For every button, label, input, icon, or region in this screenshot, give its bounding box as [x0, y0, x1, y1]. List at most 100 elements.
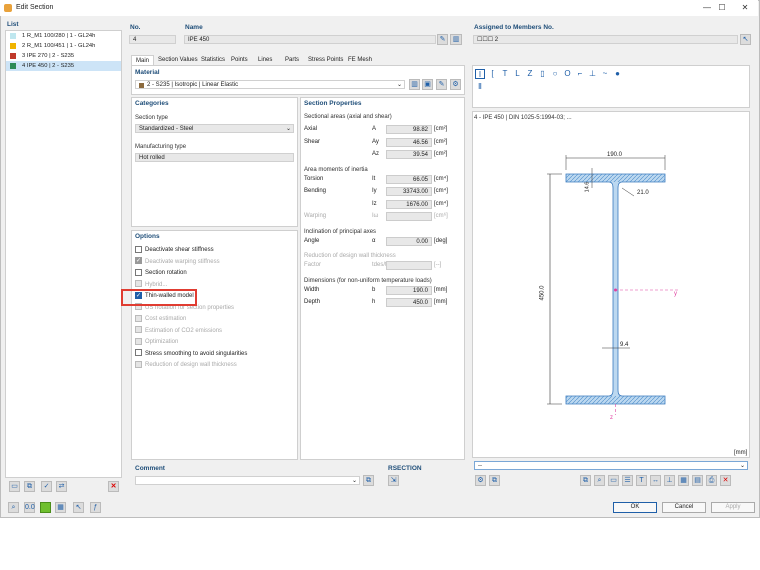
- function-icon[interactable]: ƒ: [90, 502, 101, 513]
- new-section-icon[interactable]: ▭: [9, 481, 20, 492]
- property-value[interactable]: 98.82: [386, 125, 432, 134]
- checkbox[interactable]: [135, 268, 142, 276]
- bridge-icon[interactable]: ⊥: [588, 69, 598, 79]
- no-field[interactable]: 4: [129, 35, 176, 44]
- assigned-field[interactable]: ☐☐☐ 2: [473, 35, 738, 44]
- option-deactivate-warping[interactable]: Deactivate warping stiffness: [135, 256, 295, 269]
- preview-caption: 4 - IPE 450 | DIN 1025-5:1994-03; ...: [474, 115, 572, 121]
- tab-parts[interactable]: Parts: [281, 55, 303, 65]
- dimension-icon[interactable]: ↔: [650, 475, 661, 486]
- minimize-button[interactable]: —: [700, 2, 714, 14]
- property-value[interactable]: 450.0: [386, 298, 432, 307]
- ok-button[interactable]: OK: [613, 502, 657, 513]
- tab-lines[interactable]: Lines: [254, 55, 276, 65]
- delete-icon[interactable]: ✕: [108, 481, 119, 492]
- axis-icon[interactable]: ⊥: [664, 475, 675, 486]
- preview-select[interactable]: -- ⌄: [474, 461, 748, 470]
- material-library-icon[interactable]: ▥: [409, 79, 420, 90]
- property-value[interactable]: 190.0: [386, 285, 432, 295]
- list-item[interactable]: 3 IPE 270 | 2 - S235: [6, 51, 121, 61]
- search-icon[interactable]: ⌕: [8, 502, 19, 513]
- new-material-icon[interactable]: ▣: [422, 79, 433, 90]
- close-button[interactable]: ✕: [738, 2, 752, 14]
- reset-icon[interactable]: ✕: [720, 475, 731, 486]
- property-value[interactable]: 39.54: [386, 150, 432, 159]
- option-section-rotation[interactable]: Section rotation: [135, 268, 295, 280]
- property-value[interactable]: [386, 261, 432, 270]
- view-icon[interactable]: ⧉: [580, 475, 591, 486]
- library-icon[interactable]: ▥: [450, 34, 462, 45]
- tab-stress-points[interactable]: Stress Points: [304, 55, 347, 65]
- material-select[interactable]: 2 - S235 | Isotropic | Linear Elastic ⌄: [135, 80, 405, 89]
- tab-fe-mesh[interactable]: FE Mesh: [344, 55, 376, 65]
- material-info-icon[interactable]: ⚙: [450, 79, 461, 90]
- property-value[interactable]: 0.00: [386, 236, 432, 246]
- option-cost-estimation[interactable]: Cost estimation: [135, 314, 295, 326]
- preview-copy-icon[interactable]: ⧉: [489, 475, 500, 486]
- property-value[interactable]: 1676.00: [386, 199, 432, 209]
- tab-points[interactable]: Points: [227, 55, 252, 65]
- comment-field[interactable]: ⌄: [135, 476, 360, 485]
- checkbox[interactable]: [135, 337, 142, 345]
- checkbox[interactable]: [135, 349, 142, 357]
- rsection-icon[interactable]: ⇲: [388, 475, 399, 486]
- table-icon[interactable]: ▦: [55, 502, 66, 513]
- tab-main[interactable]: Main: [131, 55, 155, 65]
- select-icon[interactable]: ▭: [608, 475, 619, 486]
- option-co2-estimation[interactable]: Estimation of CO2 emissions: [135, 326, 295, 338]
- checkbox[interactable]: [135, 360, 142, 368]
- tab-statistics[interactable]: Statistics: [197, 55, 229, 65]
- bent-icon[interactable]: ⌐: [575, 69, 585, 79]
- checkbox[interactable]: [135, 326, 142, 334]
- preview-settings-icon[interactable]: ⚙: [475, 475, 486, 486]
- comment-copy-icon[interactable]: ⧉: [363, 475, 374, 486]
- renumber-icon[interactable]: ⇄: [56, 481, 67, 492]
- option-reduction-wall[interactable]: Reduction of design wall thickness: [135, 360, 295, 372]
- angle-icon[interactable]: L: [513, 69, 523, 79]
- print-icon[interactable]: ⎙: [706, 475, 717, 486]
- property-value[interactable]: [386, 212, 432, 221]
- checkbox[interactable]: [135, 314, 142, 322]
- rect-hollow-icon[interactable]: ▯: [538, 69, 548, 79]
- user-icon[interactable]: ●: [613, 69, 623, 79]
- units-icon[interactable]: 0.0: [24, 502, 35, 513]
- cancel-button[interactable]: Cancel: [662, 502, 706, 513]
- option-stress-smoothing[interactable]: Stress smoothing to avoid singularities: [135, 349, 295, 361]
- circle-icon[interactable]: O: [563, 69, 573, 79]
- check-icon[interactable]: ✓: [41, 481, 52, 492]
- text-icon[interactable]: T: [636, 475, 647, 486]
- edit-material-icon[interactable]: ✎: [436, 79, 447, 90]
- checkbox[interactable]: [135, 256, 142, 268]
- option-deactivate-shear[interactable]: Deactivate shear stiffness: [135, 245, 295, 257]
- checkbox[interactable]: [135, 280, 142, 288]
- pick-members-icon[interactable]: ↖: [740, 34, 751, 45]
- checkbox[interactable]: [135, 245, 142, 253]
- z-section-icon[interactable]: Z: [525, 69, 535, 79]
- grid-icon[interactable]: ▦: [678, 475, 689, 486]
- edit-name-icon[interactable]: ✎: [437, 34, 448, 45]
- layers-icon[interactable]: ☰: [622, 475, 633, 486]
- wave-icon[interactable]: ~: [600, 69, 610, 79]
- zoom-icon[interactable]: ⌕: [594, 475, 605, 486]
- maximize-button[interactable]: ☐: [715, 2, 729, 14]
- t-section-icon[interactable]: T: [500, 69, 510, 79]
- property-value[interactable]: 46.56: [386, 137, 432, 147]
- pointer-icon[interactable]: ↖: [73, 502, 84, 513]
- tab-section-values[interactable]: Section Values: [154, 55, 202, 65]
- property-value[interactable]: 66.05: [386, 174, 432, 184]
- list-item[interactable]: 1 R_M1 100/280 | 1 - GL24h: [6, 31, 121, 41]
- color-icon[interactable]: [40, 502, 51, 513]
- copy-section-icon[interactable]: ⧉: [24, 481, 35, 492]
- name-field[interactable]: IPE 450: [184, 35, 436, 44]
- section-type-select[interactable]: Standardized - Steel ⌄: [135, 124, 294, 133]
- double-i-icon[interactable]: Ⅱ: [475, 82, 485, 92]
- channel-icon[interactable]: [: [488, 69, 498, 79]
- list-item-selected[interactable]: 4 IPE 450 | 2 - S235: [6, 61, 121, 71]
- circle-hollow-icon[interactable]: ○: [550, 69, 560, 79]
- list-item[interactable]: 2 R_M1 100/451 | 1 - GL24h: [6, 41, 121, 51]
- property-value[interactable]: 33743.00: [386, 187, 432, 196]
- option-optimization[interactable]: Optimization: [135, 337, 295, 349]
- i-section-icon[interactable]: I: [475, 69, 485, 79]
- apply-button[interactable]: Apply: [711, 502, 755, 513]
- hatch-icon[interactable]: ▤: [692, 475, 703, 486]
